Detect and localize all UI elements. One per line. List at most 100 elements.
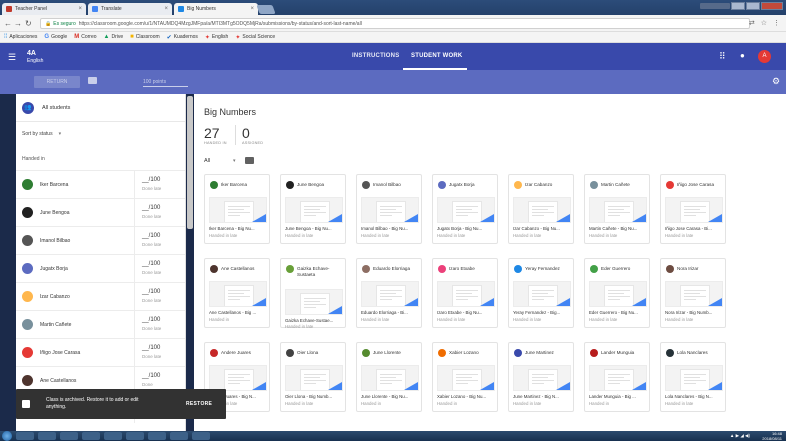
student-row[interactable]: June Bengoa __/100 Done late: [16, 198, 185, 227]
submission-card[interactable]: Yeray Fernandez Yeray Fernandez - Big... H…: [508, 258, 574, 328]
document-thumbnail[interactable]: [589, 281, 647, 307]
back-arrow-icon[interactable]: ←: [4, 19, 12, 28]
tab-close-icon[interactable]: ×: [250, 6, 254, 12]
submission-card[interactable]: Izaro Etxabe Izaro Etxabe - Big Nu... Hand…: [432, 258, 498, 328]
submission-card[interactable]: June Martinez June Martinez - Big N... Han…: [508, 342, 574, 412]
submission-card[interactable]: Martin Cañete Martin Cañete - Big Nu... Ha…: [584, 174, 650, 244]
tab-close-icon[interactable]: ×: [164, 6, 168, 12]
browser-tab-big-numbers[interactable]: Big Numbers ×: [174, 3, 258, 15]
minimize-button[interactable]: [731, 2, 745, 10]
bookmark-classroom[interactable]: ■ Classroom: [130, 34, 160, 40]
submission-card[interactable]: Lola Nanclares Lola Nanclares - Big N... H…: [660, 342, 726, 412]
settings-gear-icon[interactable]: ⚙: [772, 76, 780, 87]
sort-dropdown[interactable]: Sort by status ▾: [22, 131, 61, 137]
document-thumbnail[interactable]: [361, 365, 419, 391]
grade-input[interactable]: __/100: [142, 205, 160, 211]
submission-card[interactable]: June Llorente June Llorente - Big Nu... Ha…: [356, 342, 422, 412]
taskbar-app-ie[interactable]: [16, 432, 34, 440]
submission-card[interactable]: Jugatx Borja Jugatx Borja - Big Nu... Hand…: [432, 174, 498, 244]
restore-button[interactable]: RESTORE: [186, 401, 212, 407]
bookmark-mail[interactable]: M Correo: [74, 34, 96, 40]
taskbar-app-explorer[interactable]: [82, 432, 100, 440]
submission-card[interactable]: Eder Guerrero Eder Guerrero - Big Nu... Ha…: [584, 258, 650, 328]
system-tray-icons[interactable]: ▲ ▶ ◢ ◀): [730, 433, 750, 439]
taskbar-app-chrome[interactable]: [126, 432, 144, 440]
document-thumbnail[interactable]: [285, 365, 343, 391]
document-thumbnail[interactable]: [437, 281, 495, 307]
taskbar-app-terminal[interactable]: [104, 432, 122, 440]
taskbar-app-folder[interactable]: [38, 432, 56, 440]
grade-input[interactable]: __/100: [142, 373, 160, 379]
document-thumbnail[interactable]: [589, 197, 647, 223]
student-row[interactable]: Iñigo Jose Carasa __/100 Done late: [16, 338, 185, 367]
bookmark-apps[interactable]: ⁞⁞ Aplicaciones: [4, 34, 37, 40]
document-thumbnail[interactable]: [209, 365, 267, 391]
grade-input[interactable]: __/100: [142, 289, 160, 295]
new-tab-button[interactable]: [256, 5, 276, 14]
bookmark-drive[interactable]: ▲ Drive: [104, 34, 124, 40]
submission-card[interactable]: Eduardo Elorriaga Eduardo Elorriaga - Bi.…: [356, 258, 422, 328]
student-row[interactable]: Jugatx Borja __/100 Done late: [16, 254, 185, 283]
submission-card[interactable]: June Bengoa June Bengoa - Big Nu... Handed…: [280, 174, 346, 244]
document-thumbnail[interactable]: [209, 197, 267, 223]
bookmark-kuadernos[interactable]: ✔ Kuadernos: [167, 34, 198, 41]
tab-instructions[interactable]: INSTRUCTIONS: [352, 53, 399, 59]
submission-card[interactable]: Iker Barcena Iker Barcena - Big Nu... Hand…: [204, 174, 270, 244]
bookmark-english[interactable]: ✦ English: [205, 34, 228, 41]
account-avatar[interactable]: A: [758, 50, 771, 63]
document-thumbnail[interactable]: [285, 197, 343, 223]
bookmark-social-science[interactable]: ✦ Social Science: [235, 34, 275, 41]
browser-profile-label[interactable]: [700, 3, 730, 9]
all-students-row[interactable]: 👥 All students: [16, 94, 185, 122]
grade-input[interactable]: __/100: [142, 345, 160, 351]
submission-card[interactable]: Gaizka Echave-Sustaeta Gaizka Echave-Sust…: [280, 258, 346, 329]
grade-input[interactable]: __/100: [142, 317, 160, 323]
submission-card[interactable]: Nora Irizar Nora Irizar - Big Numb... Hand…: [660, 258, 726, 328]
document-thumbnail[interactable]: [589, 365, 647, 391]
folder-icon[interactable]: [245, 157, 254, 164]
browser-tab-translate[interactable]: Translate ×: [88, 3, 172, 15]
document-thumbnail[interactable]: [513, 197, 571, 223]
tab-student-work[interactable]: STUDENT WORK: [411, 53, 462, 59]
notifications-icon[interactable]: ●: [740, 51, 745, 60]
student-row[interactable]: Izar Cabanzo __/100 Done late: [16, 282, 185, 311]
return-button[interactable]: RETURN: [34, 76, 80, 88]
forward-arrow-icon[interactable]: →: [14, 19, 22, 28]
document-thumbnail[interactable]: [665, 197, 723, 223]
student-row[interactable]: Iker Barcena __/100 Done late: [16, 170, 185, 199]
document-thumbnail[interactable]: [665, 281, 723, 307]
student-list-scrollbar[interactable]: [187, 96, 193, 229]
system-clock[interactable]: 16:48 2018/08/11: [762, 431, 782, 441]
document-thumbnail[interactable]: [361, 197, 419, 223]
student-row[interactable]: Martin Cañete __/100 Done late: [16, 310, 185, 339]
submission-card[interactable]: Imanol Bilbao Imanol Bilbao - Big Nu... Ha…: [356, 174, 422, 244]
document-thumbnail[interactable]: [437, 365, 495, 391]
email-icon[interactable]: [88, 77, 97, 84]
filter-dropdown[interactable]: All: [204, 158, 210, 164]
document-thumbnail[interactable]: [285, 289, 343, 315]
submission-card[interactable]: Lander Munguia Lander Munguia - Big ... Ha…: [584, 342, 650, 412]
taskbar-app-media[interactable]: [60, 432, 78, 440]
dropdown-arrow-icon[interactable]: ▾: [233, 158, 236, 164]
document-thumbnail[interactable]: [513, 365, 571, 391]
taskbar-app-chrome-3[interactable]: [170, 432, 188, 440]
start-button[interactable]: [2, 431, 12, 441]
grade-input[interactable]: __/100: [142, 177, 160, 183]
bookmark-star-icon[interactable]: ☆: [761, 19, 767, 27]
maximize-button[interactable]: [746, 2, 760, 10]
submission-card[interactable]: Izar Cabanzo Izar Cabanzo - Big Nu... Hand…: [508, 174, 574, 244]
student-row[interactable]: Imanol Bilbao __/100 Done late: [16, 226, 185, 255]
tab-close-icon[interactable]: ×: [78, 6, 82, 12]
reload-icon[interactable]: ↻: [25, 19, 32, 28]
translate-icon[interactable]: ⇄: [749, 19, 755, 27]
class-name[interactable]: 4A: [27, 50, 36, 57]
document-thumbnail[interactable]: [209, 281, 267, 307]
document-thumbnail[interactable]: [665, 365, 723, 391]
close-window-button[interactable]: [761, 2, 783, 10]
document-thumbnail[interactable]: [361, 281, 419, 307]
google-apps-icon[interactable]: ⠿: [719, 51, 726, 62]
submission-card[interactable]: Xabier Lozano Xabier Lozano - Big Nu... Ha…: [432, 342, 498, 412]
submission-card[interactable]: Iñigo Jose Carasa Iñigo Jose Carasa - Bi.…: [660, 174, 726, 244]
address-bar[interactable]: 🔒 Es seguro https://classroom.google.com…: [40, 18, 750, 29]
document-thumbnail[interactable]: [513, 281, 571, 307]
